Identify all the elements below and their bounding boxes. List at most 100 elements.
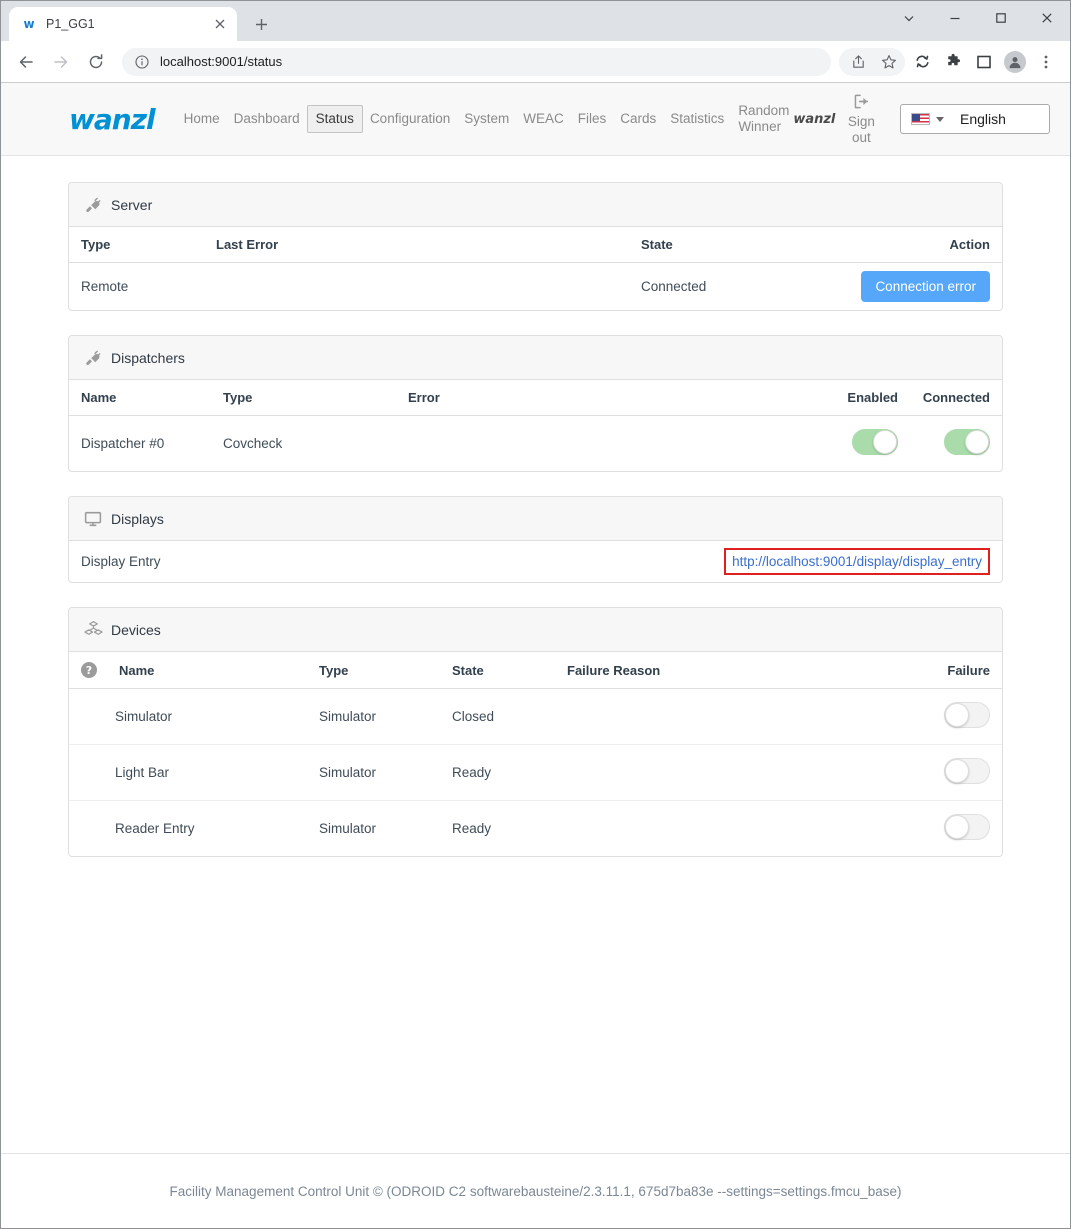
tab-close-icon[interactable] xyxy=(211,15,229,33)
col-connected: Connected xyxy=(910,380,1002,416)
table-row: Remote Connected Connection error xyxy=(69,263,1002,311)
sync-icon[interactable] xyxy=(908,48,936,76)
browser-window: w P1_GG1 localhost:9001/status wanzl Hom… xyxy=(0,0,1071,1229)
panel-server: Server Type Last Error State Action Remo… xyxy=(68,182,1003,311)
side-panel-icon[interactable] xyxy=(970,48,998,76)
page-content: Server Type Last Error State Action Remo… xyxy=(1,156,1070,1153)
nav-item-system[interactable]: System xyxy=(457,105,516,133)
address-bar[interactable]: localhost:9001/status xyxy=(122,47,831,76)
main-navigation: Home Dashboard Status Configuration Syst… xyxy=(177,87,888,152)
col-state: State xyxy=(629,227,844,263)
tab-search-chevron-down-icon[interactable] xyxy=(886,1,932,35)
address-bar-url: localhost:9001/status xyxy=(160,54,283,69)
profile-avatar[interactable] xyxy=(1001,48,1029,76)
sign-out-label: Sign out xyxy=(847,113,875,145)
device-failure-reason xyxy=(555,688,902,745)
minimize-button[interactable] xyxy=(932,1,978,35)
language-selector[interactable]: English xyxy=(900,104,1050,134)
display-entry-link[interactable]: http://localhost:9001/display/display_en… xyxy=(724,548,990,575)
wanzl-logo[interactable]: wanzl xyxy=(69,103,156,136)
close-window-button[interactable] xyxy=(1024,1,1070,35)
dispatcher-type: Covcheck xyxy=(223,436,283,451)
sign-out-icon xyxy=(853,93,870,114)
panel-server-header: Server xyxy=(69,183,1002,227)
dispatcher-connected-toggle[interactable] xyxy=(944,429,990,455)
question-mark-icon[interactable]: ? xyxy=(81,662,97,678)
device-name: Simulator xyxy=(107,688,307,745)
connection-error-button[interactable]: Connection error xyxy=(861,271,990,302)
device-spacer xyxy=(69,688,107,745)
forward-button[interactable] xyxy=(46,47,76,77)
table-row: Reader Entry Simulator Ready xyxy=(69,801,1002,857)
nav-item-weac[interactable]: WEAC xyxy=(516,105,571,133)
us-flag-icon xyxy=(911,113,930,125)
display-name: Display Entry xyxy=(81,554,161,569)
nav-item-home[interactable]: Home xyxy=(177,105,227,133)
col-name: Name xyxy=(69,380,211,416)
device-state: Ready xyxy=(452,821,492,836)
device-name: Reader Entry xyxy=(115,821,195,836)
chevron-down-icon xyxy=(936,116,944,122)
bookmark-star-icon[interactable] xyxy=(875,48,903,76)
table-header-row: Type Last Error State Action xyxy=(69,227,1002,263)
nav-item-status[interactable]: Status xyxy=(306,105,363,133)
col-type: Type xyxy=(307,652,440,689)
panel-dispatchers-header: Dispatchers xyxy=(69,336,1002,380)
cubes-icon xyxy=(83,620,103,640)
col-help: ? xyxy=(69,652,107,689)
footer-text: Facility Management Control Unit © (ODRO… xyxy=(169,1183,902,1199)
col-failure: Failure xyxy=(902,652,1002,689)
site-info-icon[interactable] xyxy=(134,54,150,70)
device-failure-toggle[interactable] xyxy=(944,702,990,728)
col-failure-reason: Failure Reason xyxy=(555,652,902,689)
sign-out-button[interactable]: Sign out xyxy=(841,87,881,152)
puzzle-extensions-icon[interactable] xyxy=(939,48,967,76)
nav-item-dashboard[interactable]: Dashboard xyxy=(227,105,307,133)
dispatcher-enabled-toggle[interactable] xyxy=(852,429,898,455)
plug-icon xyxy=(83,195,103,215)
window-controls xyxy=(886,1,1070,35)
dispatcher-enabled-cell xyxy=(818,416,910,472)
panel-server-title: Server xyxy=(111,196,153,213)
table-row: Dispatcher #0 Covcheck xyxy=(69,416,1002,472)
browser-tab[interactable]: w P1_GG1 xyxy=(9,7,237,41)
nav-item-configuration[interactable]: Configuration xyxy=(363,105,457,133)
server-state: Connected xyxy=(641,279,707,294)
col-enabled: Enabled xyxy=(818,380,910,416)
app-header: wanzl Home Dashboard Status Configuratio… xyxy=(1,83,1070,156)
new-tab-button[interactable] xyxy=(247,10,275,38)
back-button[interactable] xyxy=(11,47,41,77)
panel-devices-header: Devices xyxy=(69,608,1002,652)
device-failure-cell xyxy=(902,688,1002,745)
nav-item-cards[interactable]: Cards xyxy=(613,105,663,133)
device-type: Simulator xyxy=(307,688,440,745)
three-dot-menu-icon[interactable] xyxy=(1032,48,1060,76)
panel-displays-header: Displays xyxy=(69,497,1002,541)
server-action-cell: Connection error xyxy=(844,263,1002,311)
table-row: Display Entry http://localhost:9001/disp… xyxy=(69,541,1002,582)
toolbar-actions xyxy=(839,47,1060,76)
dispatcher-connected-cell xyxy=(910,416,1002,472)
nav-item-random-winner[interactable]: Random Winner xyxy=(731,97,789,141)
nav-item-files[interactable]: Files xyxy=(571,105,614,133)
reload-button[interactable] xyxy=(81,47,111,77)
col-last-error: Last Error xyxy=(204,227,629,263)
tab-title: P1_GG1 xyxy=(46,17,95,31)
table-header-row: Name Type Error Enabled Connected xyxy=(69,380,1002,416)
share-icon[interactable] xyxy=(844,48,872,76)
panel-displays-title: Displays xyxy=(111,510,164,527)
dispatchers-table: Name Type Error Enabled Connected Dispat… xyxy=(69,380,1002,471)
device-failure-toggle[interactable] xyxy=(944,758,990,784)
server-last-error xyxy=(204,263,629,311)
col-action: Action xyxy=(844,227,1002,263)
device-spacer xyxy=(69,744,107,801)
device-failure-toggle[interactable] xyxy=(944,814,990,840)
display-url-cell: http://localhost:9001/display/display_en… xyxy=(582,541,1002,582)
device-spacer xyxy=(69,801,107,857)
device-failure-cell xyxy=(902,744,1002,801)
maximize-button[interactable] xyxy=(978,1,1024,35)
plug-icon xyxy=(83,348,103,368)
device-failure-reason xyxy=(555,744,902,801)
nav-item-statistics[interactable]: Statistics xyxy=(663,105,731,133)
avatar xyxy=(1004,50,1026,73)
